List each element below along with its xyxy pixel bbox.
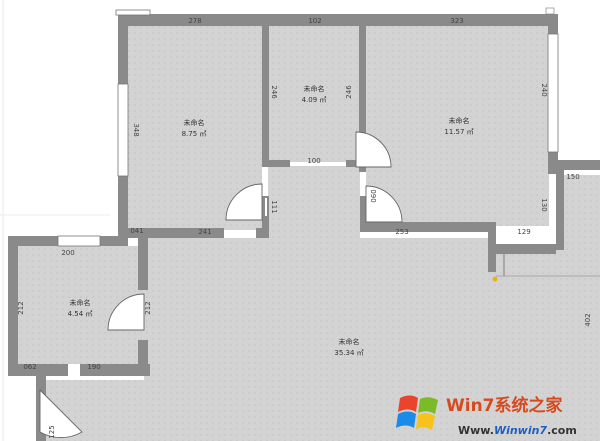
dim-room1-door-side: 111	[270, 200, 278, 213]
watermark-url-main: Winwin7	[494, 424, 547, 437]
dim-room4-bottom-a: 062	[23, 363, 36, 371]
room2-name: 未命名	[304, 84, 325, 93]
marker-dot	[492, 276, 498, 282]
dim-room2-right: 246	[345, 85, 353, 99]
dim-living-left-bottom: 125	[48, 425, 56, 438]
dim-room3-right-lower: 130	[540, 198, 548, 211]
watermark-url-prefix: Www.	[458, 424, 494, 437]
dim-room3-bottom-b: 129	[517, 228, 530, 236]
door-gap	[265, 198, 267, 216]
dim-room1-side: 348	[132, 123, 140, 136]
dim-room3-top: 323	[450, 17, 463, 25]
room3-area: 11.57 ㎡	[444, 128, 473, 136]
window-corner	[545, 7, 555, 15]
room3-floor	[366, 26, 549, 226]
room1-area: 8.75 ㎡	[182, 130, 207, 138]
dim-room1-bottom-b: 241	[198, 228, 211, 236]
watermark-url: Www.Winwin7.com	[458, 424, 577, 437]
dim-room2-bottom: 100	[307, 157, 320, 165]
dim-room1-bottom-a: 041	[130, 227, 143, 235]
living-name: 未命名	[339, 337, 360, 346]
watermark-url-suffix: .com	[547, 424, 577, 437]
room4-name: 未命名	[70, 298, 91, 307]
window-top-left	[115, 9, 151, 16]
dim-room4-bottom-b: 190	[87, 363, 100, 371]
window-room1	[117, 83, 129, 177]
living-area: 35.34 ㎡	[334, 349, 363, 357]
window-room4	[57, 235, 101, 247]
dim-room3-right: 240	[540, 83, 548, 96]
door-gap	[363, 175, 365, 191]
floor-plan: 未命名 8.75 ㎡ 未命名 4.09 ㎡ 未命名 11.57 ㎡ 未命名 4.…	[0, 0, 600, 441]
dim-room3-door-side: 090	[369, 189, 377, 202]
dim-room4-right: 212	[144, 301, 152, 314]
room4-area: 4.54 ㎡	[68, 310, 93, 318]
dim-room4-top: 200	[61, 249, 74, 257]
window-room3	[547, 33, 559, 153]
dim-room2-left: 246	[270, 85, 278, 99]
room1-name: 未命名	[184, 118, 205, 127]
dim-room3-bottom-a: 253	[395, 228, 408, 236]
watermark-brand: Win7系统之家	[446, 395, 563, 416]
dim-room1-top: 278	[188, 17, 201, 25]
dim-living-right: 402	[584, 313, 592, 326]
dim-room2-top: 102	[308, 17, 321, 25]
dim-room3-corner: 150	[566, 173, 579, 181]
room3-name: 未命名	[449, 116, 470, 125]
room2-area: 4.09 ㎡	[302, 96, 327, 104]
dim-room4-left: 212	[17, 301, 25, 314]
